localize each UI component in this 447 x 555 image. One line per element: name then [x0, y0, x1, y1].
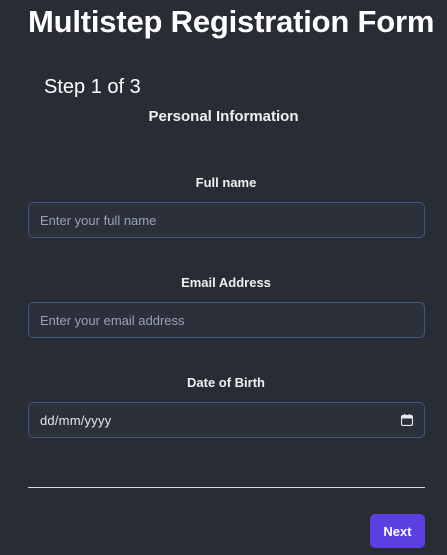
full-name-label: Full name [195, 175, 257, 190]
divider [28, 487, 425, 488]
next-button[interactable]: Next [370, 514, 425, 548]
email-input[interactable] [40, 312, 413, 328]
email-field[interactable] [28, 302, 425, 338]
registration-page: Multistep Registration Form Step 1 of 3 … [0, 0, 447, 555]
section-title: Personal Information [148, 108, 299, 125]
full-name-field[interactable] [28, 202, 425, 238]
calendar-icon[interactable] [401, 414, 413, 426]
date-of-birth-field[interactable]: dd/mm/yyyy [28, 402, 425, 438]
full-name-input[interactable] [40, 212, 413, 228]
step-indicator: Step 1 of 3 [44, 76, 141, 98]
date-of-birth-label: Date of Birth [187, 375, 265, 390]
page-title: Multistep Registration Form [28, 4, 435, 39]
date-of-birth-value[interactable]: dd/mm/yyyy [40, 413, 401, 428]
email-label: Email Address [181, 275, 271, 290]
